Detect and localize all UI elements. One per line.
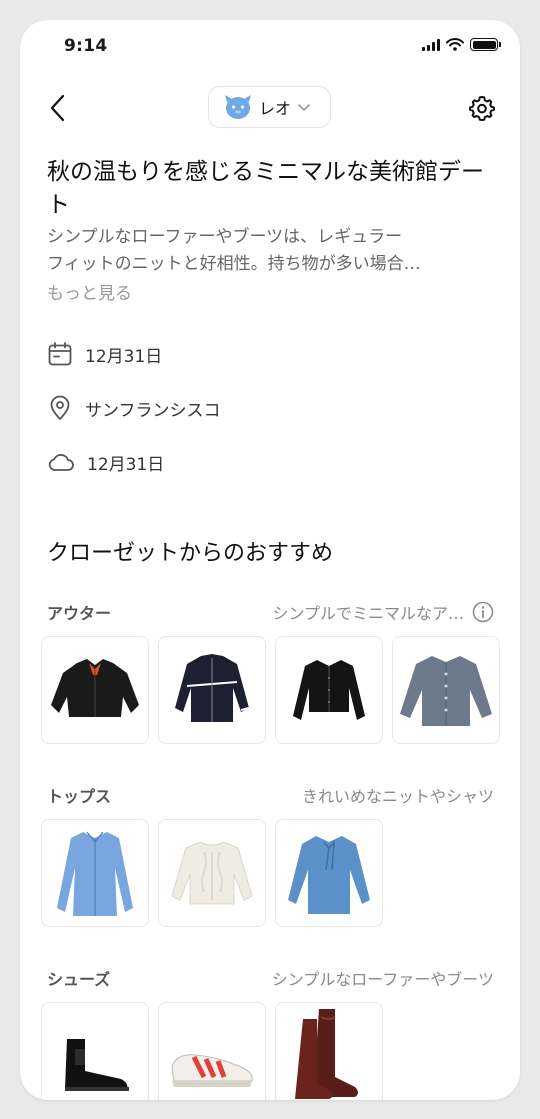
category-header-outerwear: アウター シンプルでミニマルなア… [47, 599, 494, 625]
phone-screen: 9:14 レオ 秋の温もりを感じるミニマルな美術館デート シンプルなローファーや… [20, 20, 520, 1100]
wifi-icon [446, 38, 464, 51]
status-icons [422, 38, 501, 51]
weather-row: 12月31日 [47, 449, 164, 475]
plan-description: シンプルなローファーやブーツは、レギュラー フィットのニットと好相性。持ち物が多… [47, 224, 497, 278]
top-nav: レオ [20, 86, 520, 130]
plan-description-line-2: フィットのニットと好相性。持ち物が多い場合… [47, 254, 421, 274]
shoes-row [41, 1002, 383, 1100]
bomber-jacket-image [51, 659, 139, 717]
item-black-chelsea-boots[interactable] [41, 1002, 149, 1100]
category-note: きれいめなニットやシャツ [301, 787, 494, 806]
item-black-cropped-jacket[interactable] [275, 636, 383, 744]
cardigan-image [400, 656, 492, 726]
item-blue-bow-blouse[interactable] [275, 819, 383, 927]
weather-date: 12月31日 [87, 454, 165, 475]
category-name: シューズ [47, 970, 111, 989]
item-black-track-jacket[interactable] [158, 636, 266, 744]
item-brown-knee-high-boots[interactable] [275, 1002, 383, 1100]
date-row: 12月31日 [47, 341, 162, 367]
chelsea-boots-image [65, 1039, 129, 1091]
item-gray-cardigan[interactable] [392, 636, 500, 744]
chevron-left-icon [50, 94, 65, 122]
running-shoes-image [171, 1054, 253, 1087]
settings-button[interactable] [466, 92, 498, 124]
plan-title: 秋の温もりを感じるミニマルな美術館デート [47, 159, 484, 218]
cellular-signal-icon [422, 38, 440, 51]
recommendations-heading: クローゼットからのおすすめ [47, 541, 334, 566]
oversized-shirt-image [57, 831, 133, 916]
plan-location: サンフランシスコ [85, 400, 221, 421]
location-row: サンフランシスコ [47, 395, 221, 421]
status-time: 9:14 [64, 36, 108, 56]
category-note: シンプルなローファーやブーツ [271, 970, 494, 989]
gear-icon [469, 96, 495, 121]
chevron-down-icon [298, 104, 310, 111]
status-bar: 9:14 [20, 20, 520, 76]
calendar-icon [48, 342, 72, 366]
tops-row [41, 819, 383, 927]
knee-high-boots-image [295, 1009, 358, 1099]
bow-blouse-image [288, 836, 370, 914]
category-note: シンプルでミニマルなア… [272, 600, 494, 624]
cloud-icon [48, 454, 74, 471]
plan-description-line-1: シンプルなローファーやブーツは、レギュラー [47, 227, 403, 247]
item-red-white-running-shoes[interactable] [158, 1002, 266, 1100]
show-more-link[interactable]: もっと見る [47, 279, 132, 304]
location-pin-icon [50, 395, 70, 420]
outerwear-row [41, 636, 500, 744]
category-header-tops: トップス きれいめなニットやシャツ [47, 782, 494, 808]
item-cream-cable-knit-sweater[interactable] [158, 819, 266, 927]
category-header-shoes: シューズ シンプルなローファーやブーツ [47, 965, 494, 991]
plan-date: 12月31日 [85, 346, 163, 367]
info-icon[interactable] [472, 601, 494, 623]
category-name: アウター [47, 604, 112, 623]
character-selector[interactable]: レオ [208, 86, 331, 128]
category-name: トップス [47, 787, 112, 806]
back-button[interactable] [42, 92, 74, 124]
item-blue-oversized-shirt[interactable] [41, 819, 149, 927]
cable-knit-sweater-image [171, 841, 253, 905]
category-note-text: シンプルでミニマルなア… [272, 604, 464, 623]
character-avatar-icon [225, 95, 251, 119]
cropped-jacket-image [293, 660, 365, 720]
battery-icon [470, 38, 501, 51]
track-jacket-image [175, 654, 250, 722]
item-black-bomber-jacket[interactable] [41, 636, 149, 744]
character-name: レオ [259, 99, 292, 118]
